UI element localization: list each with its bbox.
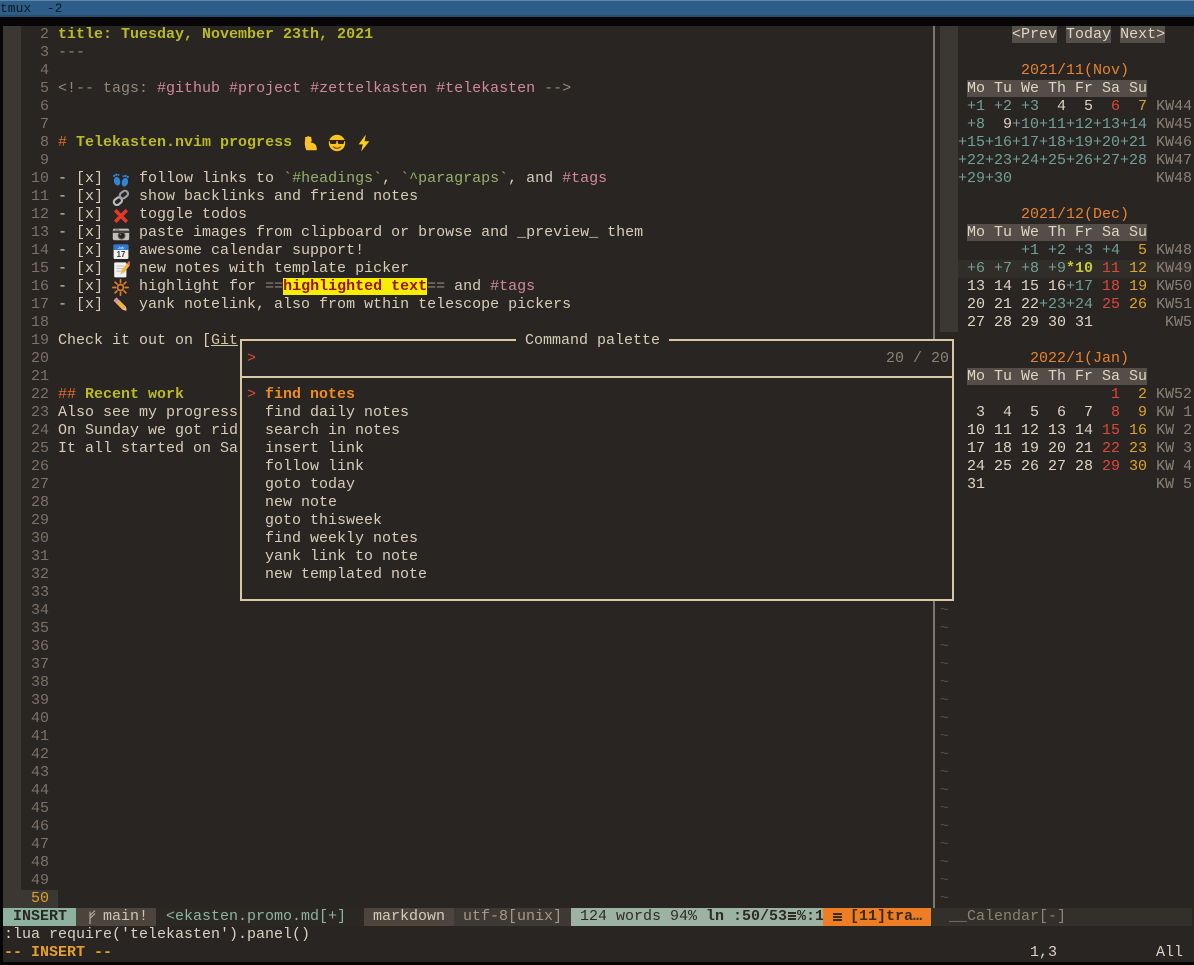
svg-text:17: 17: [117, 250, 126, 259]
